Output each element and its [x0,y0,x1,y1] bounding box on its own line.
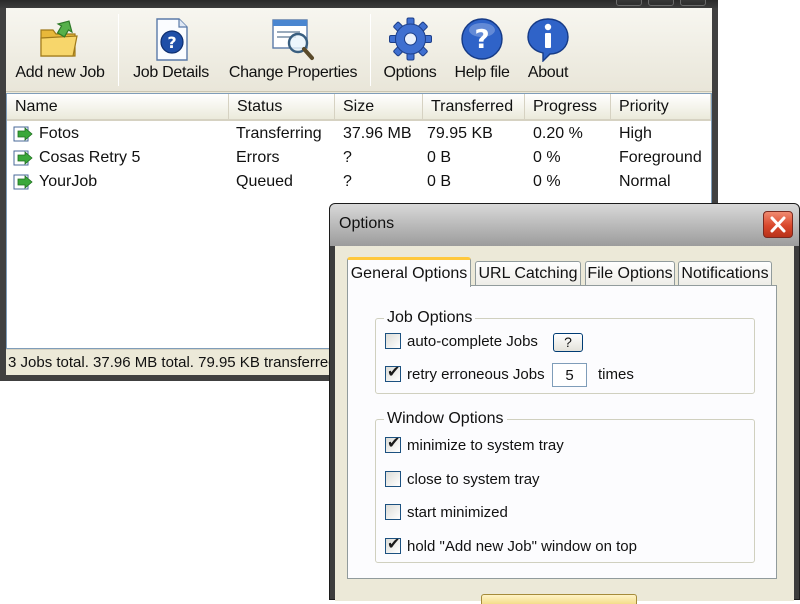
svg-text:?: ? [167,33,176,52]
options-title: Options [339,215,395,232]
toolbar-separator [370,14,371,86]
info-icon [527,18,569,62]
column-header-size[interactable]: Size [335,94,423,119]
job-size: 37.96 MB [343,125,412,142]
start-minimized-option[interactable]: ✔ start minimized [385,503,585,523]
job-details-button[interactable]: ? Job Details [124,8,218,92]
job-transferred: 0 B [427,173,452,190]
hold-add-job-on-top-checkbox[interactable]: ✔ [385,536,401,554]
auto-complete-jobs-label: auto-complete Jobs [407,333,538,350]
gear-icon [389,17,432,61]
minimize-button[interactable] [616,0,642,6]
tab-file-options[interactable]: File Options [585,261,675,287]
job-details-label: Job Details [133,64,209,81]
main-titlebar [0,0,718,8]
list-header: Name Status Size Transferred Progress Pr… [7,94,711,121]
job-transferred: 0 B [427,149,452,166]
tab-general-options[interactable]: General Options [347,257,471,287]
auto-complete-help-button[interactable]: ? [553,333,583,352]
job-status: Queued [236,173,293,190]
job-priority: Foreground [619,149,702,166]
minimize-to-tray-label: minimize to system tray [407,437,564,454]
window-options-group: Window Options ✔ minimize to system tray… [375,410,755,563]
about-label: About [527,64,569,81]
start-minimized-checkbox[interactable]: ✔ [385,504,401,520]
job-priority: High [619,125,652,142]
auto-complete-jobs-option[interactable]: ✔ auto-complete Jobs [385,332,555,352]
job-size: ? [343,173,352,190]
about-button[interactable]: About [520,8,576,92]
help-file-label: Help file [454,64,510,81]
job-options-legend: Job Options [384,309,476,327]
minimize-to-tray-checkbox[interactable]: ✔ [385,435,401,453]
dialog-button-partial[interactable] [481,594,637,604]
close-button[interactable] [763,211,793,238]
job-name: Cosas Retry 5 [39,149,141,166]
document-help-icon: ? [156,18,188,61]
change-properties-label: Change Properties [228,64,358,81]
job-name: YourJob [39,173,98,190]
change-properties-button[interactable]: Change Properties [226,8,360,92]
options-titlebar[interactable]: Options [330,204,799,246]
job-progress: 0 % [533,149,561,166]
minimize-to-tray-option[interactable]: ✔ minimize to system tray [385,435,585,456]
options-label: Options [383,64,437,81]
job-row[interactable]: Cosas Retry 5 Errors ? 0 B 0 % Foregroun… [7,146,711,170]
job-options-group: Job Options ✔ auto-complete Jobs ? ✔ ret… [375,309,755,394]
column-header-status[interactable]: Status [229,94,335,119]
add-new-job-label: Add new Job [15,64,105,81]
options-button[interactable]: Options [378,8,442,92]
help-icon: ? [461,18,503,60]
retry-count-input[interactable] [552,363,587,387]
job-name: Fotos [39,125,80,142]
close-icon [770,216,786,233]
retry-erroneous-jobs-checkbox[interactable]: ✔ [385,364,401,382]
job-size: ? [343,149,352,166]
job-progress: 0.20 % [533,125,583,142]
job-arrow-icon [13,126,33,142]
auto-complete-jobs-checkbox[interactable]: ✔ [385,333,401,349]
hold-add-job-on-top-label: hold "Add new Job" window on top [407,538,637,555]
window-magnifier-icon [272,19,314,60]
options-body: General Options URL Catching File Option… [335,246,794,604]
column-header-name[interactable]: Name [7,94,229,119]
add-new-job-button[interactable]: Add new Job [8,8,112,92]
job-arrow-icon [13,174,33,190]
options-dialog: Options General Options URL Catching Fil… [329,203,800,604]
job-arrow-icon [13,150,33,166]
job-transferred: 79.95 KB [427,125,493,142]
job-progress: 0 % [533,173,561,190]
svg-text:?: ? [474,25,489,55]
column-header-progress[interactable]: Progress [525,94,611,119]
job-status: Errors [236,149,280,166]
window-options-legend: Window Options [384,410,507,428]
column-header-transferred[interactable]: Transferred [423,94,525,119]
help-file-button[interactable]: ? Help file [448,8,516,92]
job-row[interactable]: Fotos Transferring 37.96 MB 79.95 KB 0.2… [7,122,711,146]
close-window-button[interactable] [680,0,706,6]
toolbar-separator [118,14,119,86]
general-options-panel: Job Options ✔ auto-complete Jobs ? ✔ ret… [347,285,777,579]
job-row[interactable]: YourJob Queued ? 0 B 0 % Normal [7,170,711,194]
retry-times-label: times [598,366,634,383]
tab-notifications[interactable]: Notifications [678,261,772,287]
job-status: Transferring [236,125,322,142]
start-minimized-label: start minimized [407,504,508,521]
hold-add-job-on-top-option[interactable]: ✔ hold "Add new Job" window on top [385,536,665,557]
retry-erroneous-jobs-option[interactable]: ✔ retry erroneous Jobs [385,364,549,385]
close-to-tray-label: close to system tray [407,471,540,488]
close-to-tray-checkbox[interactable]: ✔ [385,471,401,487]
close-to-tray-option[interactable]: ✔ close to system tray [385,470,585,490]
job-priority: Normal [619,173,671,190]
column-header-priority[interactable]: Priority [611,94,711,119]
maximize-button[interactable] [648,0,674,6]
folder-add-icon [40,20,78,57]
toolbar: Add new Job ? Job Details Change Propert… [6,8,712,92]
retry-erroneous-jobs-label: retry erroneous Jobs [407,366,545,383]
tab-url-catching[interactable]: URL Catching [475,261,581,287]
